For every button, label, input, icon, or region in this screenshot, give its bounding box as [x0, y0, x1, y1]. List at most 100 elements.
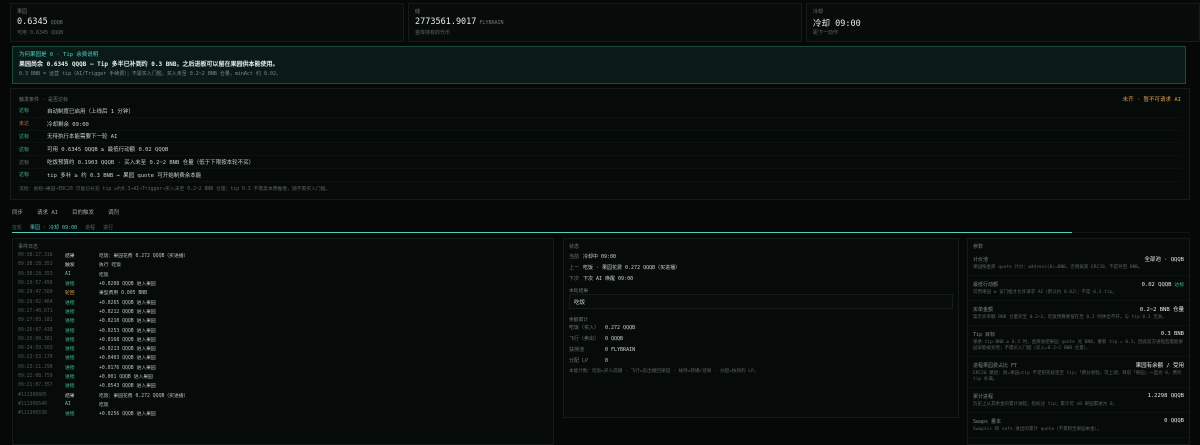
condition-text: 吃饭预算约 0.1903 QQQB · 买入未至 0.2~2 BNB 仓量（低于… [47, 160, 255, 167]
condition-row: 达标 自动制度已启用（上线后 1 分钟） [19, 105, 1181, 118]
stat-card: 果园 0.6345 QQQB 可用 0.6345 QQQB [10, 3, 404, 42]
param-tag: 达标 [1174, 282, 1184, 288]
params-panel: 参数 计价池 全部池 · QQQB 果园按金库 quote 计价：address(0… [967, 238, 1190, 445]
condition-text: 冷却剩余 09:00 [47, 121, 89, 128]
tab-phase[interactable]: 果园 · 冷却 09:00 [30, 224, 77, 231]
log-row[interactable]: 09:27:40.671 进程 +0.0212 QQQB 进入果园 [13, 307, 553, 316]
balance-row: 吃饭（买入） 0.272 QQQB [564, 322, 958, 333]
param-header: 最低行动额 0.02 QQQB 达标 [973, 280, 1184, 288]
stat-number: 2773561.9017 [415, 17, 477, 27]
log-row[interactable]: #111306538 进程 +0.0256 QQQB 进入果园 [13, 409, 553, 418]
log-row[interactable]: 09:23:53.170 进程 +0.0403 QQQB 进入果园 [13, 353, 553, 362]
log-type: 进程 [65, 365, 75, 371]
log-type: 进程 [65, 356, 75, 362]
tab-action[interactable]: 请求 AI [37, 208, 58, 216]
condition-row: 达标 吃饭预算约 0.1903 QQQB · 买入未至 0.2~2 BNB 仓量（… [19, 156, 1181, 169]
tab-phase[interactable]: 进程 [85, 224, 95, 231]
stat-label: 冷却 [813, 9, 824, 15]
condition-row: 未达 冷却剩余 09:00 [19, 118, 1181, 131]
log-row[interactable]: 09:29:47.560 轮回 果型费用 0.005 BNB [13, 288, 553, 297]
log-message: +0.0208 QQQB 进入果园 [99, 282, 156, 288]
log-message: +0.0543 QQQB 进入果园 [99, 384, 156, 390]
log-row[interactable]: #111306005 结果 吃饭：果园花费 0.272 QQQB（买进播） [13, 390, 553, 399]
log-message: 吃饭 [99, 402, 109, 408]
param-desc: 可用果园 ≥ 该门槛才允许请求 AI（默认约 0.02）；不是 0.3 tip。 [973, 290, 1117, 295]
log-row[interactable]: 09:27:03.181 进程 +0.0210 QQQB 进入果园 [13, 316, 553, 325]
balance-row: 飞行（卖出） 0 QQQB [564, 333, 958, 344]
log-timestamp: 09:29:02.464 [18, 299, 53, 305]
event-log-title: 事件日志 [18, 244, 39, 250]
param-value-wrap: 0 QQQB [1164, 418, 1184, 424]
log-row[interactable]: 09:38:28.353 AI 吃饭 [13, 270, 553, 279]
tab-phase[interactable]: 在轮 [12, 224, 22, 231]
condition-text: 无待执行本能需要下一轮 AI [47, 134, 118, 141]
param-header: 买单金额 0.2~2 BNB 仓量 [973, 305, 1184, 314]
log-row[interactable]: 09:26:07.438 进程 +0.0253 QQQB 进入果园 [13, 325, 553, 334]
log-row[interactable]: 09:25:00.381 进程 +0.0168 QQQB 进入果园 [13, 335, 553, 344]
param-value: 0 QQQB [1164, 418, 1184, 424]
log-row[interactable]: 09:29:02.464 进程 +0.0265 QQQB 进入果园 [13, 297, 553, 306]
log-timestamp: 09:27:03.181 [18, 318, 53, 324]
param-name: 计价池 [973, 256, 989, 263]
balance-value: 0 FLYBRAIN [605, 346, 636, 353]
log-message: +0.0403 QQQB 进入果园 [99, 356, 156, 362]
tab-action[interactable]: 同步 [12, 208, 23, 216]
banner-main: 果园尚余 0.6345 QQQB — Tip 多半已补到约 0.3 BNB，之后… [19, 61, 279, 68]
tip-banner: 为何果园是 0 · Tip 余费说明 果园尚余 0.6345 QQQB — Ti… [12, 46, 1186, 84]
log-row[interactable]: 09:29:57.456 进程 +0.0208 QQQB 进入果园 [13, 279, 553, 288]
log-type: 进程 [65, 319, 75, 325]
log-row[interactable]: 09:21:07.357 进程 +0.0543 QQQB 进入果园 [13, 381, 553, 390]
stat-number: 冷却 09:00 [813, 19, 861, 29]
balance-value: 0 QQQB [605, 335, 624, 342]
param-desc: 果余 tip BNB ≥ 0.3 时，金库会把果园 quote 兑 BNB，重新… [973, 340, 1184, 351]
log-type: 进程 [65, 384, 75, 390]
param-name: 进程果园费占比 FT [973, 362, 1018, 369]
param-value-wrap: 果园有余额 / 受用 [1136, 361, 1184, 369]
log-message: +0.0210 QQQB 进入果园 [99, 319, 156, 325]
tab-action[interactable]: 调剂 [108, 208, 119, 216]
stat-card: 冷却 冷却 09:00 距下一动作 [806, 3, 1200, 42]
status-key: 下次 [569, 276, 580, 282]
log-type: 进程 [65, 412, 75, 418]
condition-state: 达标 [19, 146, 30, 153]
condition-text: 自动制度已启用（上线后 1 分钟） [47, 108, 134, 115]
stat-sub: 可用 0.6345 QQQB [17, 30, 64, 36]
log-timestamp: 09:27:40.671 [18, 308, 53, 314]
log-row[interactable]: 09:22:08.759 进程 +0.001 QQQB 进入果园 [13, 372, 553, 381]
log-message: +0.0265 QQQB 进入果园 [99, 300, 156, 306]
log-row[interactable]: #111306540 AI 吃饭 [13, 400, 553, 409]
event-log-panel[interactable]: 事件日志 09:38:27.316 结果 吃饭：果园花费 0.272 QQQB（买进… [12, 238, 554, 445]
conditions-status: 未齐 · 暂不可请求 AI [1122, 97, 1181, 103]
stat-value: 2773561.9017 FLYBRAIN [415, 17, 795, 28]
status-value: 冷却中 09:00 [583, 254, 617, 260]
log-row[interactable]: 09:24:59.503 进程 +0.0213 QQQB 进入果园 [13, 344, 553, 353]
action-tabs: 同步 请求 AI 目的触发 调剂 [12, 206, 119, 218]
log-row[interactable]: 09:23:11.298 进程 +0.0176 QQQB 进入果园 [13, 363, 553, 372]
log-type: 触发 [65, 263, 75, 269]
stat-value: 冷却 09:00 [813, 17, 1193, 29]
log-timestamp: 09:26:07.438 [18, 327, 53, 333]
status-row: 当前 冷却中 09:00 [564, 251, 958, 262]
log-message: 执行 吃饭 [99, 263, 122, 269]
status-title: 状态 [569, 244, 580, 250]
log-row[interactable]: 09:38:27.316 结果 吃饭：果园花费 0.272 QQQB（买进播） [13, 251, 553, 260]
tab-action[interactable]: 目的触发 [72, 208, 94, 216]
log-type: 结果 [65, 254, 75, 260]
log-message: 吃饭：果园花费 0.272 QQQB（买进播） [99, 254, 189, 260]
banner-note: 0.3 BNB = 运营 tip（AI/Trigger 手续费）；不需买入门槛，… [19, 71, 281, 77]
param-header: 计价池 全部池 · QQQB [973, 255, 1184, 264]
condition-text: tip 多补 ≥ 约 0.3 BNB → 果园 quote 可开始制费余本能 [47, 172, 202, 179]
log-timestamp: 09:38:27.316 [18, 253, 53, 259]
balance-key: 吃饭（买入） [569, 325, 600, 331]
param-name: 最低行动额 [973, 281, 999, 288]
log-timestamp: 09:22:08.759 [18, 374, 53, 379]
log-timestamp: 09:23:11.298 [18, 364, 53, 370]
stats-bar: 果园 0.6345 QQQB 可用 0.6345 QQQB 储 2773561.9017 F… [10, 3, 1200, 42]
param-value: 0.3 BNB [1160, 331, 1184, 337]
log-timestamp: 09:38:28.353 [18, 271, 53, 277]
stat-value: 0.6345 QQQB [17, 17, 397, 28]
tab-phase[interactable]: 进行 [103, 224, 113, 231]
log-row[interactable]: 09:38:28.353 触发 执行 吃饭 [13, 260, 553, 269]
params-title: 参数 [973, 244, 984, 250]
param-desc: ERC20 路径：则=果园=tip 不足则先续签至 tip；「费分进程」可上调；… [973, 371, 1182, 382]
